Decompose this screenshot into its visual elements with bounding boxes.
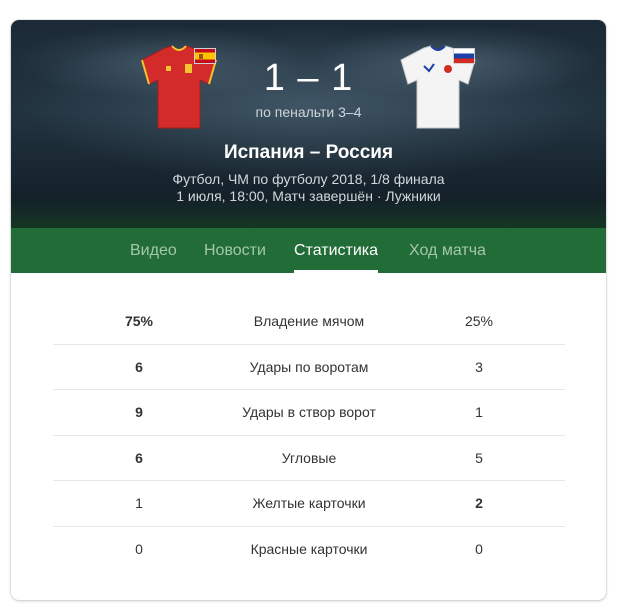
stat-row-shots: 6 Удары по воротам 3 xyxy=(53,345,565,390)
penalty-result: по пенальти 3–4 xyxy=(255,104,362,120)
match-card: 1 – 1 по пенальти 3–4 Испания – Россия Ф… xyxy=(11,20,606,600)
home-value: 6 xyxy=(135,358,143,375)
stat-label: Удары в створ ворот xyxy=(242,404,376,420)
tab-match-progress[interactable]: Ход матча xyxy=(409,228,486,273)
stat-label: Угловые xyxy=(281,449,337,466)
stat-label: Желтые карточки xyxy=(252,495,366,511)
stat-label: Владение мячом xyxy=(253,313,365,329)
home-value: 0 xyxy=(135,540,143,557)
match-title: Испания – Россия xyxy=(223,142,394,163)
stat-row-red-cards: 0 Красные карточки 0 xyxy=(53,527,565,573)
stats-table: 75% Владение мячом 25% 6 Удары по ворота… xyxy=(53,299,565,572)
away-value: 5 xyxy=(475,449,483,466)
home-value: 1 xyxy=(135,495,143,511)
tab-news[interactable]: Новости xyxy=(204,228,266,273)
away-value: 2 xyxy=(475,495,483,511)
tab-bar: Видео Новости Статистика Ход матча xyxy=(11,228,606,273)
home-value: 75% xyxy=(124,313,154,329)
away-value: 25% xyxy=(464,313,494,329)
stat-row-yellow-cards: 1 Желтые карточки 2 xyxy=(53,481,565,527)
match-score: 1 – 1 xyxy=(263,57,354,99)
match-header: 1 – 1 по пенальти 3–4 Испания – Россия Ф… xyxy=(11,20,606,228)
away-value: 1 xyxy=(475,404,483,420)
stat-label: Красные карточки xyxy=(250,540,368,557)
stat-row-corners: 6 Угловые 5 xyxy=(53,436,565,481)
home-value: 6 xyxy=(135,449,143,466)
tab-video[interactable]: Видео xyxy=(130,228,177,273)
away-value: 3 xyxy=(475,358,483,375)
tab-statistics[interactable]: Статистика xyxy=(294,228,379,273)
stat-row-possession: 75% Владение мячом 25% xyxy=(53,299,565,345)
competition-info: Футбол, ЧМ по футболу 2018, 1/8 финала xyxy=(172,171,445,187)
home-value: 9 xyxy=(135,404,143,420)
away-value: 0 xyxy=(475,540,483,557)
stat-label: Удары по воротам xyxy=(249,358,369,375)
match-details: 1 июля, 18:00, Матч завершён · Лужники xyxy=(176,188,441,204)
stat-row-shots-on-target: 9 Удары в створ ворот 1 xyxy=(53,390,565,436)
